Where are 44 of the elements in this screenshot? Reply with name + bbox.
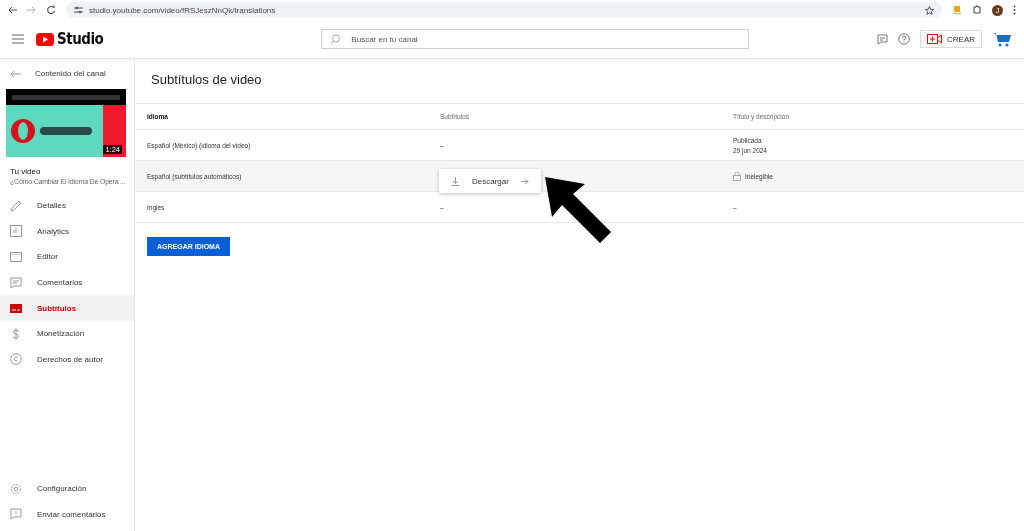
feedback-icon <box>10 508 22 521</box>
search-input[interactable]: Buscar en tu canal <box>349 33 741 45</box>
sidebar-item[interactable]: Enviar comentarios <box>0 501 134 527</box>
bookmark-star-icon[interactable] <box>925 5 934 15</box>
arrow-icon <box>520 177 529 185</box>
site-settings-icon[interactable] <box>74 6 83 14</box>
copyright-icon <box>10 353 22 366</box>
your-video-label: Tu video <box>10 167 42 176</box>
help-icon[interactable] <box>898 33 910 45</box>
url-text: studio.youtube.com/video/fRSJeszNnQk/translations <box>89 5 276 15</box>
create-button[interactable]: CREAR <box>920 30 982 48</box>
back-link[interactable]: Contenido del canal <box>35 69 106 78</box>
download-menu[interactable]: Descargar <box>439 169 541 193</box>
arrow-drawing <box>545 177 613 245</box>
search-field[interactable]: Buscar en tu canal <box>321 29 750 49</box>
address-bar[interactable]: studio.youtube.com/video/fRSJeszNnQk/translations <box>66 2 942 18</box>
more-icon[interactable] <box>1013 5 1016 15</box>
sidebar-item[interactable]: Detalles <box>0 193 134 219</box>
comment-icon[interactable] <box>877 33 888 45</box>
reload-icon[interactable] <box>46 5 56 15</box>
sidebar-item[interactable]: Configuración <box>0 475 134 502</box>
back-icon[interactable] <box>8 6 17 14</box>
back-arrow-icon[interactable] <box>10 69 21 78</box>
download-icon <box>451 176 460 186</box>
search-icon <box>330 33 342 45</box>
download-option[interactable]: Descargar <box>472 176 509 186</box>
sidebar-item[interactable]: Monetización <box>0 320 134 347</box>
subtitles-icon <box>10 303 22 313</box>
film-strip-icon <box>10 252 22 262</box>
sidebar-item[interactable]: Comentarios <box>0 269 134 296</box>
sidebar-item[interactable]: Derechos de autor <box>0 346 134 373</box>
sidebar-item[interactable]: Subtítulos <box>0 295 134 321</box>
extensions-icon[interactable] <box>972 5 982 15</box>
dollar-icon <box>12 327 20 340</box>
sidebar-item[interactable]: Analytics <box>0 218 134 245</box>
video-camera-icon <box>927 34 942 44</box>
play-logo-icon <box>36 32 54 46</box>
comment-icon <box>10 276 22 289</box>
settings-icon <box>10 482 22 495</box>
logo-text: Studio <box>57 30 104 48</box>
pencil-icon <box>10 199 22 212</box>
page-title: Subtítulos de video <box>151 72 263 87</box>
sidebar-item[interactable]: Editor <box>0 244 134 270</box>
bar-chart-icon <box>10 225 22 238</box>
